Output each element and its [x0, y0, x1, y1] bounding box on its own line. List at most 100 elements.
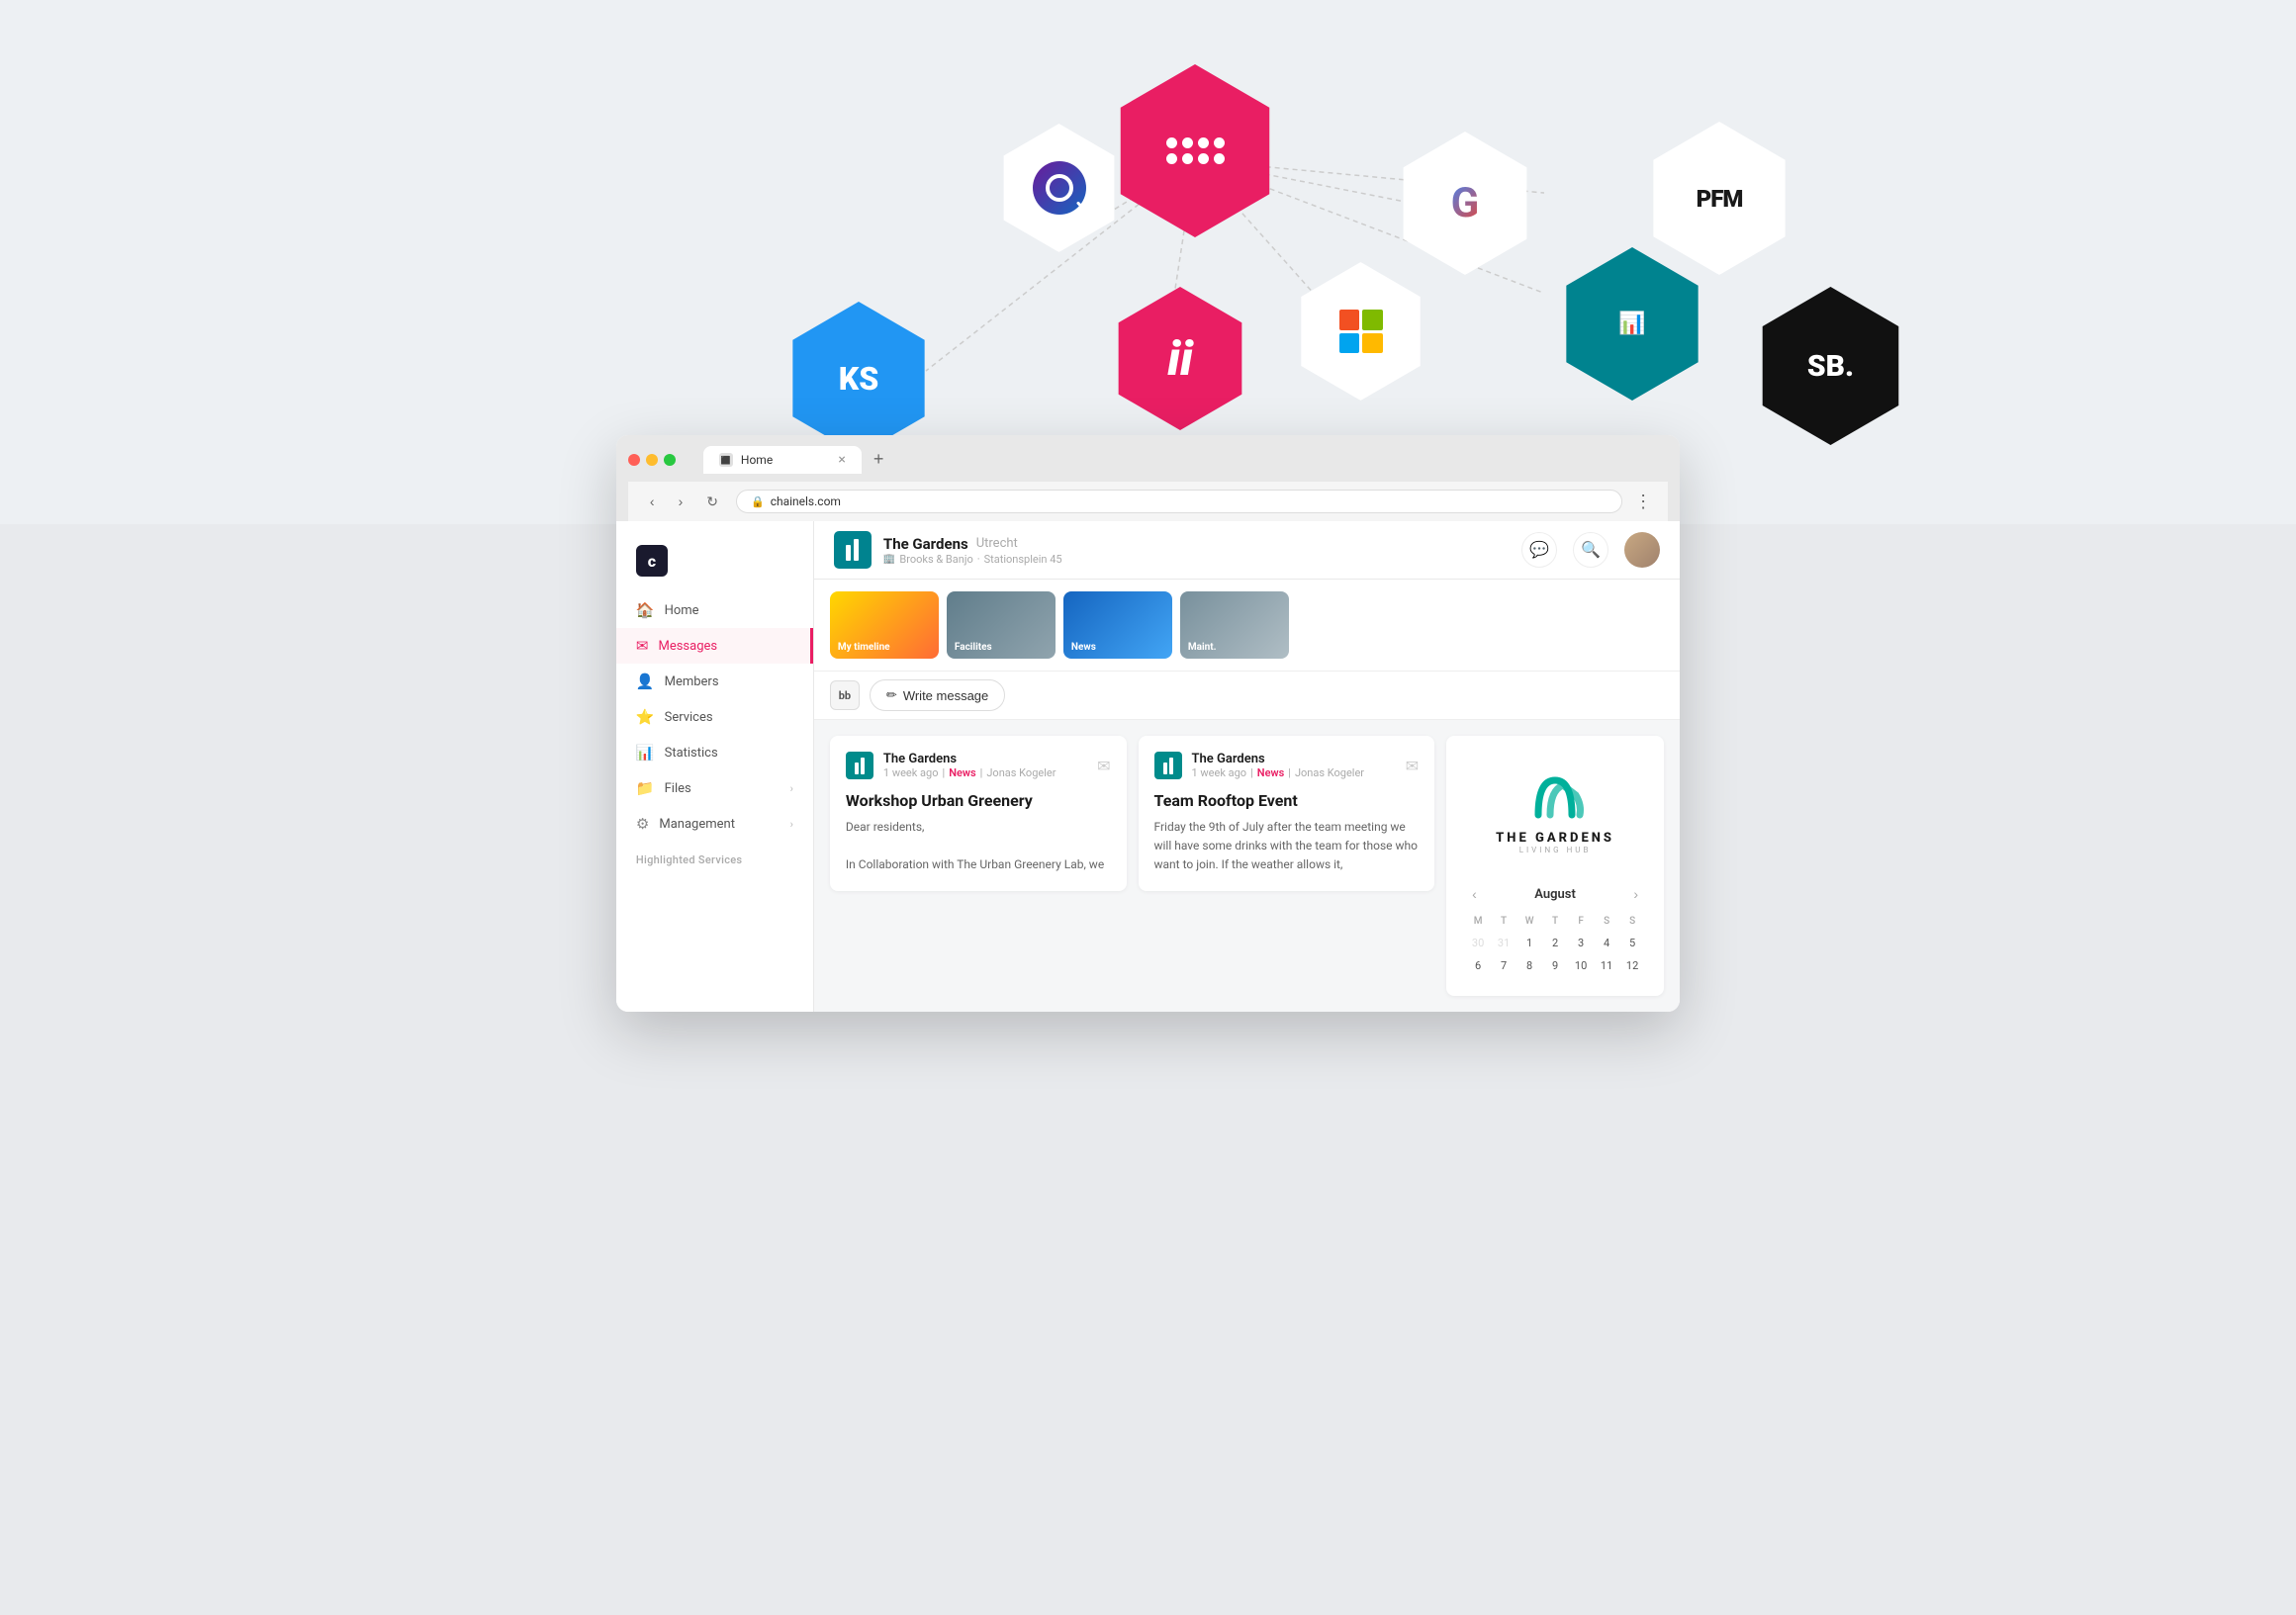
card-meta-1: 1 week ago | News | Jonas Kogeler [883, 766, 1087, 779]
card-author-2: Jonas Kogeler [1295, 766, 1364, 779]
tab-label: Home [741, 453, 773, 467]
content-grid: The Gardens 1 week ago | News | Jonas Ko… [814, 720, 1680, 1012]
pencil-icon: ✏ [886, 687, 897, 703]
card-email-icon-2[interactable]: ✉ [1406, 757, 1419, 775]
tab-news[interactable]: News [1063, 591, 1172, 659]
tab-my-timeline[interactable]: My timeline [830, 591, 939, 659]
hex-sb[interactable]: SB. [1752, 287, 1910, 445]
card-header-1: The Gardens 1 week ago | News | Jonas Ko… [846, 752, 1111, 779]
sidebar-item-services[interactable]: ⭐ Services [616, 699, 813, 735]
search-icon: 🔍 [1581, 540, 1601, 560]
new-tab-button[interactable]: + [866, 445, 892, 474]
card-body-content: In Collaboration with The Urban Greenery… [846, 855, 1111, 874]
maximize-window-button[interactable] [664, 454, 676, 466]
hex-center[interactable] [1109, 64, 1282, 237]
tab-maint[interactable]: Maint. [1180, 591, 1289, 659]
card-info-1: The Gardens 1 week ago | News | Jonas Ko… [883, 752, 1087, 779]
cal-day-7[interactable]: 7 [1492, 955, 1515, 976]
sidebar-item-statistics[interactable]: 📊 Statistics [616, 735, 813, 770]
close-window-button[interactable] [628, 454, 640, 466]
cal-day-5[interactable]: 5 [1620, 933, 1644, 953]
hex-pfm[interactable]: PFM [1643, 122, 1796, 275]
cal-day-12[interactable]: 12 [1620, 955, 1644, 976]
sidebar-item-home[interactable]: 🏠 Home [616, 592, 813, 628]
hex-red-i[interactable]: ii [1109, 287, 1252, 430]
calendar-prev-button[interactable]: ‹ [1466, 884, 1483, 904]
cal-day-6[interactable]: 6 [1466, 955, 1490, 976]
write-message-button[interactable]: ✏ Write message [870, 679, 1005, 711]
property-logo [834, 531, 872, 569]
card-info-2: The Gardens 1 week ago | News | Jonas Ko… [1192, 752, 1396, 779]
app-topbar: The Gardens Utrecht 🏢 Brooks & Banjo · S… [814, 521, 1680, 580]
tab-favicon: ⬛ [719, 453, 733, 467]
cal-day-30[interactable]: 30 [1466, 933, 1490, 953]
card-tag-2: News [1257, 766, 1284, 779]
card-time-1: 1 week ago [883, 766, 939, 779]
chat-button[interactable]: 💬 [1521, 532, 1557, 568]
category-tabs: My timeline Facilites News [814, 580, 1680, 672]
sidebar-item-messages[interactable]: ✉ Messages [616, 628, 813, 664]
brand-name: Brooks & Banjo [899, 553, 972, 566]
card-logo-2 [1154, 752, 1182, 779]
topbar-actions: 💬 🔍 [1521, 532, 1660, 568]
card-body-1: Dear residents, In Collaboration with Th… [846, 818, 1111, 875]
cal-day-1[interactable]: 1 [1517, 933, 1541, 953]
forward-button[interactable]: › [673, 492, 689, 511]
property-info: The Gardens Utrecht 🏢 Brooks & Banjo · S… [834, 531, 1062, 569]
calendar-next-button[interactable]: › [1627, 884, 1644, 904]
tab-maint-label: Maint. [1188, 642, 1217, 653]
statistics-icon: 📊 [636, 744, 655, 762]
browser-more-button[interactable]: ⋮ [1634, 492, 1652, 512]
sidebar-statistics-label: Statistics [665, 746, 718, 761]
members-icon: 👤 [636, 673, 655, 690]
cal-day-8[interactable]: 8 [1517, 955, 1541, 976]
url-input[interactable]: 🔒 chainels.com [736, 490, 1622, 513]
cal-day-2[interactable]: 2 [1543, 933, 1567, 953]
search-button[interactable]: 🔍 [1573, 532, 1608, 568]
message-bar: bb ✏ Write message [814, 672, 1680, 720]
browser-tab-home[interactable]: ⬛ Home × [703, 446, 862, 474]
cal-day-11[interactable]: 11 [1595, 955, 1618, 976]
cal-header-s: S [1595, 912, 1618, 931]
home-icon: 🏠 [636, 601, 655, 619]
card-title-2: Team Rooftop Event [1154, 791, 1420, 810]
chainels-logo-mark: c [636, 545, 668, 577]
card-prop-name-1: The Gardens [883, 752, 1087, 766]
tab-facilites[interactable]: Facilites [947, 591, 1056, 659]
card-title-1: Workshop Urban Greenery [846, 791, 1111, 810]
card-prop-name-2: The Gardens [1192, 752, 1396, 766]
address-bar: ‹ › ↻ 🔒 chainels.com ⋮ [628, 482, 1668, 521]
news-card-1: The Gardens 1 week ago | News | Jonas Ko… [830, 736, 1127, 891]
tab-my-timeline-bg: My timeline [830, 591, 939, 659]
window-controls [628, 454, 676, 466]
user-avatar[interactable] [1624, 532, 1660, 568]
card-email-icon-1[interactable]: ✉ [1097, 757, 1110, 775]
back-button[interactable]: ‹ [644, 492, 661, 511]
browser-chrome: ⬛ Home × + ‹ › ↻ 🔒 chainels.com ⋮ [616, 435, 1680, 521]
hex-google[interactable]: G [1394, 132, 1537, 275]
sidebar-item-management[interactable]: ⚙ Management › [616, 806, 813, 842]
hex-search[interactable] [995, 124, 1124, 252]
sidebar-item-files[interactable]: 📁 Files › [616, 770, 813, 806]
highlighted-services-label: Highlighted Services [616, 842, 813, 870]
tab-facilites-bg: Facilites [947, 591, 1056, 659]
card-body-2: Friday the 9th of July after the team me… [1154, 818, 1420, 875]
tab-close-button[interactable]: × [838, 452, 845, 468]
cal-day-31[interactable]: 31 [1492, 933, 1515, 953]
sidebar-members-label: Members [665, 674, 719, 689]
minimize-window-button[interactable] [646, 454, 658, 466]
card-author-1: Jonas Kogeler [986, 766, 1056, 779]
files-expand-icon: › [790, 782, 793, 795]
sidebar-item-members[interactable]: 👤 Members [616, 664, 813, 699]
sidebar-home-label: Home [665, 603, 699, 618]
cal-day-10[interactable]: 10 [1569, 955, 1593, 976]
refresh-button[interactable]: ↻ [700, 492, 724, 512]
sidebar: c 🏠 Home ✉ Messages 👤 Members ⭐ [616, 521, 814, 1012]
cal-day-4[interactable]: 4 [1595, 933, 1618, 953]
hex-ks[interactable]: KS [782, 302, 936, 455]
tab-news-bg: News [1063, 591, 1172, 659]
property-panel: THE GARDENS LIVING HUB ‹ August › [1446, 736, 1664, 996]
cal-day-3[interactable]: 3 [1569, 933, 1593, 953]
cal-day-9[interactable]: 9 [1543, 955, 1567, 976]
hex-microsoft[interactable] [1292, 262, 1430, 401]
